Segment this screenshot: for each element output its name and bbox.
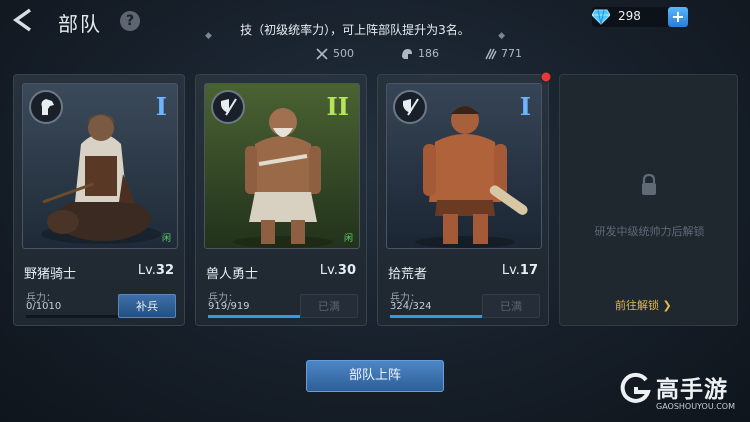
gem-currency: 298 + <box>592 7 688 27</box>
unit-rank: II <box>326 92 349 121</box>
troop-progress-bar <box>208 315 300 318</box>
notification-dot-icon <box>540 71 552 83</box>
page-title: 部队 <box>58 12 102 36</box>
shield-sword-icon <box>403 98 419 116</box>
watermark-url: GAOSHOUYOU.COM <box>656 402 736 411</box>
shield-sword-icon <box>221 98 237 116</box>
ornament-right-icon: ◆ <box>498 31 505 41</box>
full-button[interactable]: 已满 <box>482 294 540 318</box>
unit-portrait[interactable]: I 闲 <box>22 83 178 249</box>
unit-level: Lv.32 <box>137 263 174 278</box>
stat-claw-value: 771 <box>501 47 522 60</box>
crossed-swords-icon <box>316 48 328 60</box>
diamond-icon <box>592 9 610 25</box>
go-unlock-link[interactable]: 前往解锁 ❯ <box>615 297 672 313</box>
idle-status: 闲 <box>343 234 353 244</box>
notice-banner: ◆ 技（初级统率力），可上阵部队提升为3名。 ◆ <box>205 20 505 41</box>
unit-rank: I <box>155 92 167 121</box>
troop-count: 324/324 <box>390 301 432 312</box>
unit-portrait[interactable]: I <box>386 83 542 249</box>
unit-type-badge <box>211 90 245 124</box>
unit-level: Lv.17 <box>501 263 538 278</box>
locked-slot: 研发中级统帅力后解锁 前往解锁 ❯ <box>559 74 738 326</box>
stat-defense-value: 186 <box>418 47 439 60</box>
troop-progress-bar <box>390 315 482 318</box>
unit-card-scavenger[interactable]: I 拾荒者 Lv.17 兵力： 324/324 已满 <box>377 71 552 326</box>
unit-name: 拾荒者 <box>388 267 428 282</box>
gem-count: 298 <box>618 9 641 23</box>
help-button[interactable]: ? <box>120 11 140 31</box>
back-arrow-icon[interactable] <box>8 6 36 34</box>
troop-progress-bar <box>26 315 118 318</box>
add-gems-button[interactable]: + <box>668 7 688 27</box>
helmet-icon <box>402 49 412 59</box>
troop-count: 919/919 <box>208 301 250 312</box>
ornament-left-icon: ◆ <box>205 31 212 41</box>
horse-head-icon <box>41 99 54 115</box>
unit-level: Lv.30 <box>319 263 356 278</box>
unlock-requirement: 研发中级统帅力后解锁 <box>594 225 705 238</box>
deploy-troops-button[interactable]: 部队上阵 <box>306 360 444 392</box>
unit-type-badge <box>29 90 63 124</box>
top-bar: 部队 ? ◆ 技（初级统率力），可上阵部队提升为3名。 ◆ 298 + <box>0 0 750 41</box>
watermark: 高手游 GAOSHOUYOU.COM <box>616 368 748 418</box>
claw-icon <box>485 48 497 60</box>
watermark-name: 高手游 <box>656 377 728 403</box>
lock-icon <box>642 173 656 195</box>
notice-text: 技（初级统率力），可上阵部队提升为3名。 <box>240 23 470 37</box>
unit-portrait[interactable]: II 闲 <box>204 83 360 249</box>
troop-count: 0/1010 <box>26 301 62 312</box>
unit-type-badge <box>393 90 427 124</box>
unit-name: 野猪骑士 <box>24 267 77 282</box>
unit-card-orc-warrior[interactable]: II 闲 兽人勇士 Lv.30 兵力： 919/919 已满 <box>195 74 367 326</box>
gaoshouyou-logo-icon <box>620 372 651 403</box>
replenish-button[interactable]: 补兵 <box>118 294 176 318</box>
idle-status: 闲 <box>161 234 171 244</box>
unit-name: 兽人勇士 <box>206 267 259 282</box>
unit-rank: I <box>519 92 531 121</box>
full-button[interactable]: 已满 <box>300 294 358 318</box>
unit-card-boar-rider[interactable]: I 闲 野猪骑士 Lv.32 兵力： 0/1010 补兵 <box>13 74 185 326</box>
stat-attack-value: 500 <box>333 47 354 60</box>
